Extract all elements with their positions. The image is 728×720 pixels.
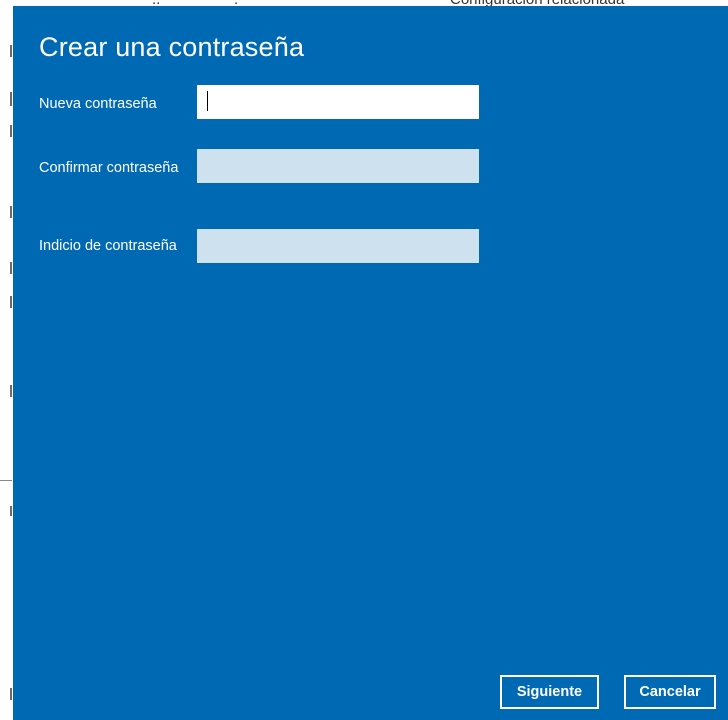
cancel-button[interactable]: Cancelar (624, 675, 716, 709)
new-password-input[interactable] (197, 85, 479, 119)
dialog-title: Crear una contraseña (39, 32, 305, 62)
confirm-password-input[interactable] (197, 149, 479, 183)
background-divider (0, 480, 12, 481)
create-password-dialog: Crear una contraseña Nueva contraseña Co… (13, 6, 728, 720)
password-hint-input[interactable] (197, 229, 479, 263)
background-edge-glyph (10, 206, 12, 218)
background-edge-glyph (10, 688, 12, 700)
text-caret (207, 91, 208, 111)
background-edge-glyph (10, 125, 12, 137)
background-edge-glyph (10, 296, 12, 308)
background-edge-glyph (10, 45, 12, 57)
background-edge-glyph (10, 92, 12, 106)
confirm-password-label: Confirmar contraseña (39, 160, 179, 176)
background-edge-glyph (10, 262, 12, 274)
next-button[interactable]: Siguiente (500, 675, 599, 709)
background-edge-glyph (10, 385, 12, 397)
new-password-label: Nueva contraseña (39, 96, 157, 112)
password-hint-label: Indicio de contraseña (39, 238, 177, 254)
background-edge-glyph (10, 506, 12, 516)
